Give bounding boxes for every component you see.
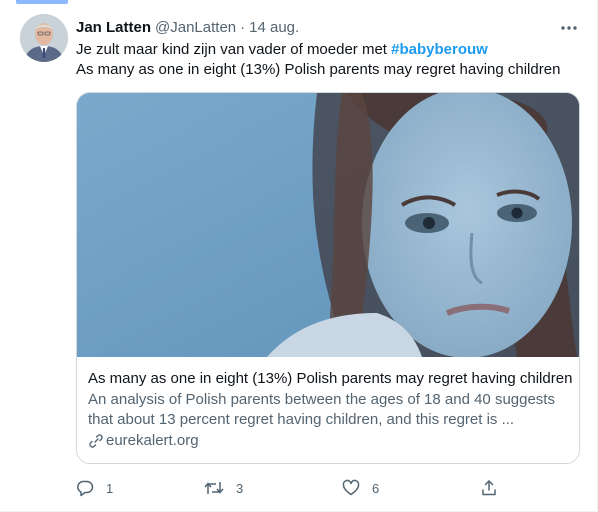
link-icon	[89, 434, 103, 448]
reply-count: 1	[106, 480, 114, 496]
action-bar: 1 3 6	[74, 478, 514, 498]
card-domain[interactable]: eurekalert.org	[88, 431, 569, 451]
card-domain-text: eurekalert.org	[106, 432, 199, 449]
more-icon	[561, 26, 577, 30]
tweet-text-line2: As many as one in eight (13%) Polish par…	[76, 61, 561, 78]
share-button[interactable]	[480, 478, 498, 498]
like-icon	[342, 479, 360, 496]
retweet-icon	[204, 482, 224, 494]
card-body: As many as one in eight (13%) Polish par…	[88, 369, 572, 451]
retweet-count: 3	[236, 480, 244, 496]
like-button[interactable]: 6	[342, 478, 379, 498]
retweet-button[interactable]: 3	[204, 478, 243, 498]
tweet-date[interactable]: 14 aug.	[249, 19, 299, 36]
like-count: 6	[372, 480, 380, 496]
top-accent-bar	[16, 0, 68, 4]
share-icon	[482, 480, 496, 496]
tweet-header: Jan Latten @JanLatten · 14 aug.	[76, 16, 558, 38]
link-card[interactable]: As many as one in eight (13%) Polish par…	[76, 92, 580, 464]
card-image[interactable]	[77, 93, 579, 357]
header-separator: ·	[240, 18, 246, 36]
reply-button[interactable]: 1	[76, 478, 113, 498]
avatar[interactable]	[20, 14, 68, 62]
more-button[interactable]	[558, 20, 580, 36]
card-title[interactable]: As many as one in eight (13%) Polish par…	[88, 369, 572, 389]
card-description: An analysis of Polish parents between th…	[88, 391, 555, 428]
hashtag-link[interactable]: #babyberouw	[391, 41, 488, 58]
author-handle[interactable]: @JanLatten	[155, 19, 236, 36]
tweet-text-line1: Je zult maar kind zijn van vader of moed…	[76, 41, 392, 58]
reply-icon	[77, 480, 94, 497]
author-name[interactable]: Jan Latten	[76, 19, 151, 36]
tweet-text: Je zult maar kind zijn van vader of moed…	[76, 40, 578, 80]
